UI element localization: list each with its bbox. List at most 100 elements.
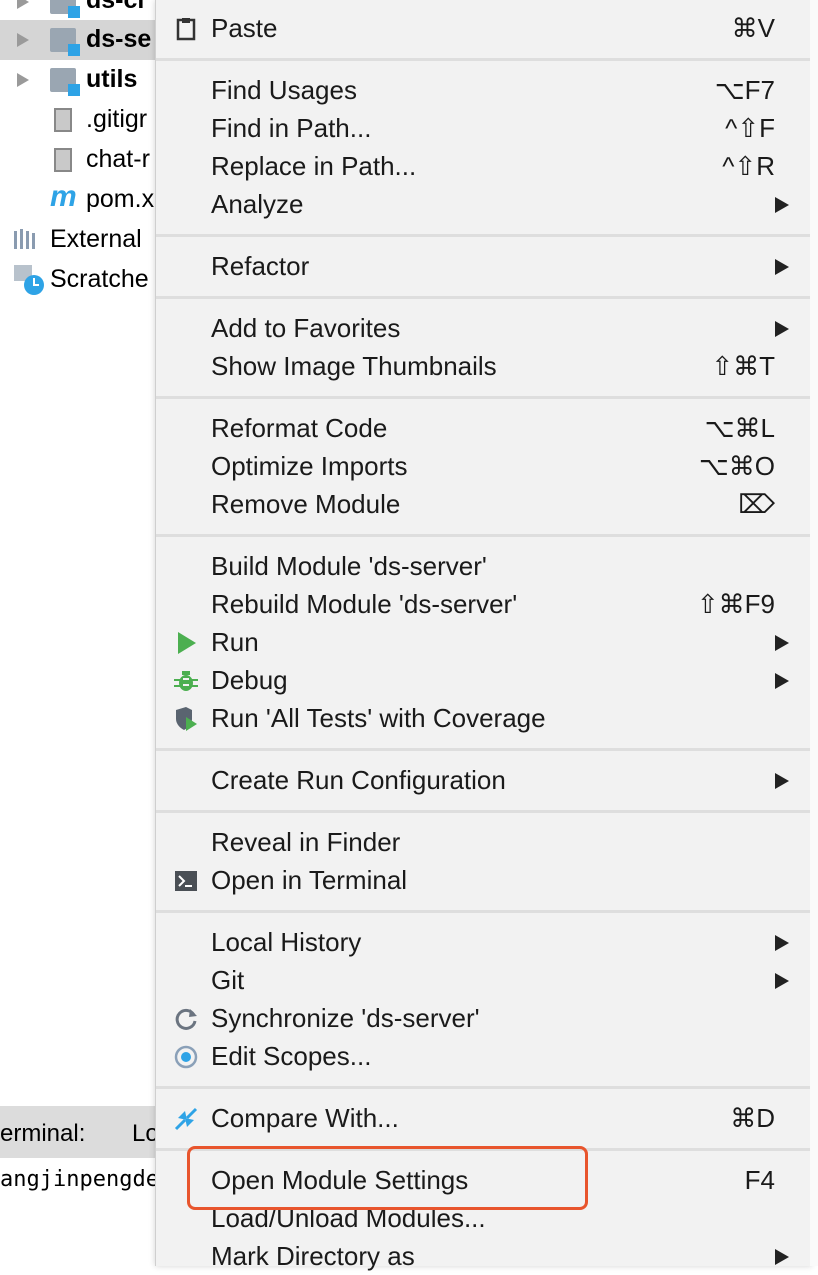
menu-item-label: Local History [211, 927, 362, 957]
menu-item-remove-module[interactable]: Remove Module ⌦ [156, 485, 811, 523]
menu-item-synchronize[interactable]: Synchronize 'ds-server' [156, 999, 811, 1037]
submenu-arrow-icon [775, 973, 789, 989]
tree-item-label: .gitigr [86, 105, 148, 133]
menu-separator [156, 396, 811, 399]
module-folder-icon [50, 68, 80, 96]
menu-item-shortcut: ⌘D [730, 1103, 775, 1133]
terminal-prompt[interactable]: angjinpengde [0, 1167, 159, 1192]
menu-item-label: Replace in Path... [211, 151, 417, 181]
submenu-arrow-icon [775, 259, 789, 275]
menu-item-label: Mark Directory as [211, 1241, 415, 1271]
menu-item-label: Create Run Configuration [211, 765, 506, 795]
tree-item-label: pom.x [86, 185, 155, 213]
menu-item-create-run-configuration[interactable]: Create Run Configuration [156, 761, 811, 799]
editor-edge [810, 0, 818, 1266]
menu-separator [156, 810, 811, 813]
menu-item-run[interactable]: Run [156, 623, 811, 661]
coverage-shield-icon [176, 707, 197, 731]
terminal-tab-bar: erminal: Lo [0, 1106, 160, 1158]
menu-item-label: Git [211, 965, 245, 995]
context-menu: Paste ⌘V Find Usages ⌥F7 Find in Path...… [155, 0, 812, 1271]
tree-item-scratches[interactable]: Scratche [0, 260, 160, 300]
tree-item-gitignore[interactable]: .gitigr [0, 100, 160, 140]
menu-item-label: Find Usages [211, 75, 357, 105]
submenu-arrow-icon [775, 1249, 789, 1265]
submenu-arrow-icon [775, 773, 789, 789]
menu-item-label: Reformat Code [211, 413, 388, 443]
clipboard-icon [176, 18, 196, 41]
menu-item-label: Show Image Thumbnails [211, 351, 497, 381]
menu-item-shortcut: ⌥⌘O [698, 451, 775, 481]
menu-item-debug[interactable]: Debug [156, 661, 811, 699]
menu-item-run-with-coverage[interactable]: Run 'All Tests' with Coverage [156, 699, 811, 737]
menu-item-refactor[interactable]: Refactor [156, 247, 811, 285]
menu-item-shortcut: ⇧⌘F9 [696, 589, 775, 619]
menu-item-find-in-path[interactable]: Find in Path... ^⇧F [156, 109, 811, 147]
menu-item-edit-scopes[interactable]: Edit Scopes... [156, 1037, 811, 1075]
expand-arrow-icon[interactable] [17, 0, 29, 9]
menu-item-shortcut: ⇧⌘T [711, 351, 775, 381]
menu-item-shortcut: ⌘V [731, 13, 775, 43]
menu-item-find-usages[interactable]: Find Usages ⌥F7 [156, 71, 811, 109]
menu-item-label: Remove Module [211, 489, 401, 519]
tree-item-label: ds-cl [86, 0, 145, 14]
tree-item-chat[interactable]: chat-r [0, 140, 160, 180]
tree-item-ds-client[interactable]: ds-cl [0, 0, 160, 22]
menu-item-label: Open in Terminal [211, 865, 408, 895]
menu-item-label: Optimize Imports [211, 451, 408, 481]
menu-separator [156, 534, 811, 537]
menu-item-analyze[interactable]: Analyze [156, 185, 811, 223]
menu-separator [156, 234, 811, 237]
menu-item-local-history[interactable]: Local History [156, 923, 811, 961]
tree-item-label: chat-r [86, 145, 150, 173]
menu-item-label: Find in Path... [211, 113, 372, 143]
submenu-arrow-icon [775, 321, 789, 337]
menu-item-label: Refactor [211, 251, 310, 281]
menu-separator [156, 1086, 811, 1089]
menu-item-label: Rebuild Module 'ds-server' [211, 589, 518, 619]
expand-arrow-icon[interactable] [17, 33, 29, 47]
compare-arrows-icon [174, 1107, 198, 1131]
menu-item-git[interactable]: Git [156, 961, 811, 999]
menu-item-paste[interactable]: Paste ⌘V [156, 9, 811, 47]
scratches-icon [14, 265, 44, 295]
menu-separator [156, 58, 811, 61]
menu-item-label: Edit Scopes... [211, 1041, 372, 1071]
menu-item-reveal-in-finder[interactable]: Reveal in Finder [156, 823, 811, 861]
module-folder-icon [50, 0, 80, 18]
bug-icon [174, 671, 198, 691]
tree-item-external-libraries[interactable]: External [0, 220, 160, 260]
terminal-icon [175, 871, 197, 891]
menu-item-rebuild-module[interactable]: Rebuild Module 'ds-server' ⇧⌘F9 [156, 585, 811, 623]
menu-item-optimize-imports[interactable]: Optimize Imports ⌥⌘O [156, 447, 811, 485]
menu-item-add-to-favorites[interactable]: Add to Favorites [156, 309, 811, 347]
terminal-tab-label[interactable]: erminal: [0, 1120, 85, 1148]
menu-item-shortcut: F4 [744, 1165, 775, 1195]
expand-arrow-icon[interactable] [17, 73, 29, 87]
shell-file-icon [54, 148, 72, 172]
menu-item-shortcut: ^⇧F [725, 113, 775, 143]
scope-icon [174, 1045, 198, 1069]
menu-item-compare-with[interactable]: Compare With... ⌘D [156, 1099, 811, 1137]
menu-item-replace-in-path[interactable]: Replace in Path... ^⇧R [156, 147, 811, 185]
tree-item-ds-server[interactable]: ds-se [0, 20, 160, 60]
submenu-arrow-icon [775, 935, 789, 951]
tree-item-label: External [50, 225, 142, 253]
tree-item-label: Scratche [50, 265, 149, 293]
menu-item-open-in-terminal[interactable]: Open in Terminal [156, 861, 811, 899]
submenu-arrow-icon [775, 635, 789, 651]
menu-item-label: Analyze [211, 189, 304, 219]
menu-item-shortcut: ^⇧R [722, 151, 775, 181]
menu-separator [156, 748, 811, 751]
tree-item-utils[interactable]: utils [0, 60, 160, 100]
menu-item-build-module[interactable]: Build Module 'ds-server' [156, 547, 811, 585]
tree-item-pom[interactable]: m pom.x [0, 180, 160, 220]
menu-item-show-image-thumbnails[interactable]: Show Image Thumbnails ⇧⌘T [156, 347, 811, 385]
menu-item-shortcut: ⌦ [738, 489, 775, 519]
sync-icon [175, 1008, 197, 1030]
submenu-arrow-icon [775, 673, 789, 689]
highlight-box [187, 1146, 588, 1210]
menu-item-reformat-code[interactable]: Reformat Code ⌥⌘L [156, 409, 811, 447]
libraries-icon [14, 229, 35, 249]
menu-item-mark-directory-as[interactable]: Mark Directory as [156, 1237, 811, 1275]
